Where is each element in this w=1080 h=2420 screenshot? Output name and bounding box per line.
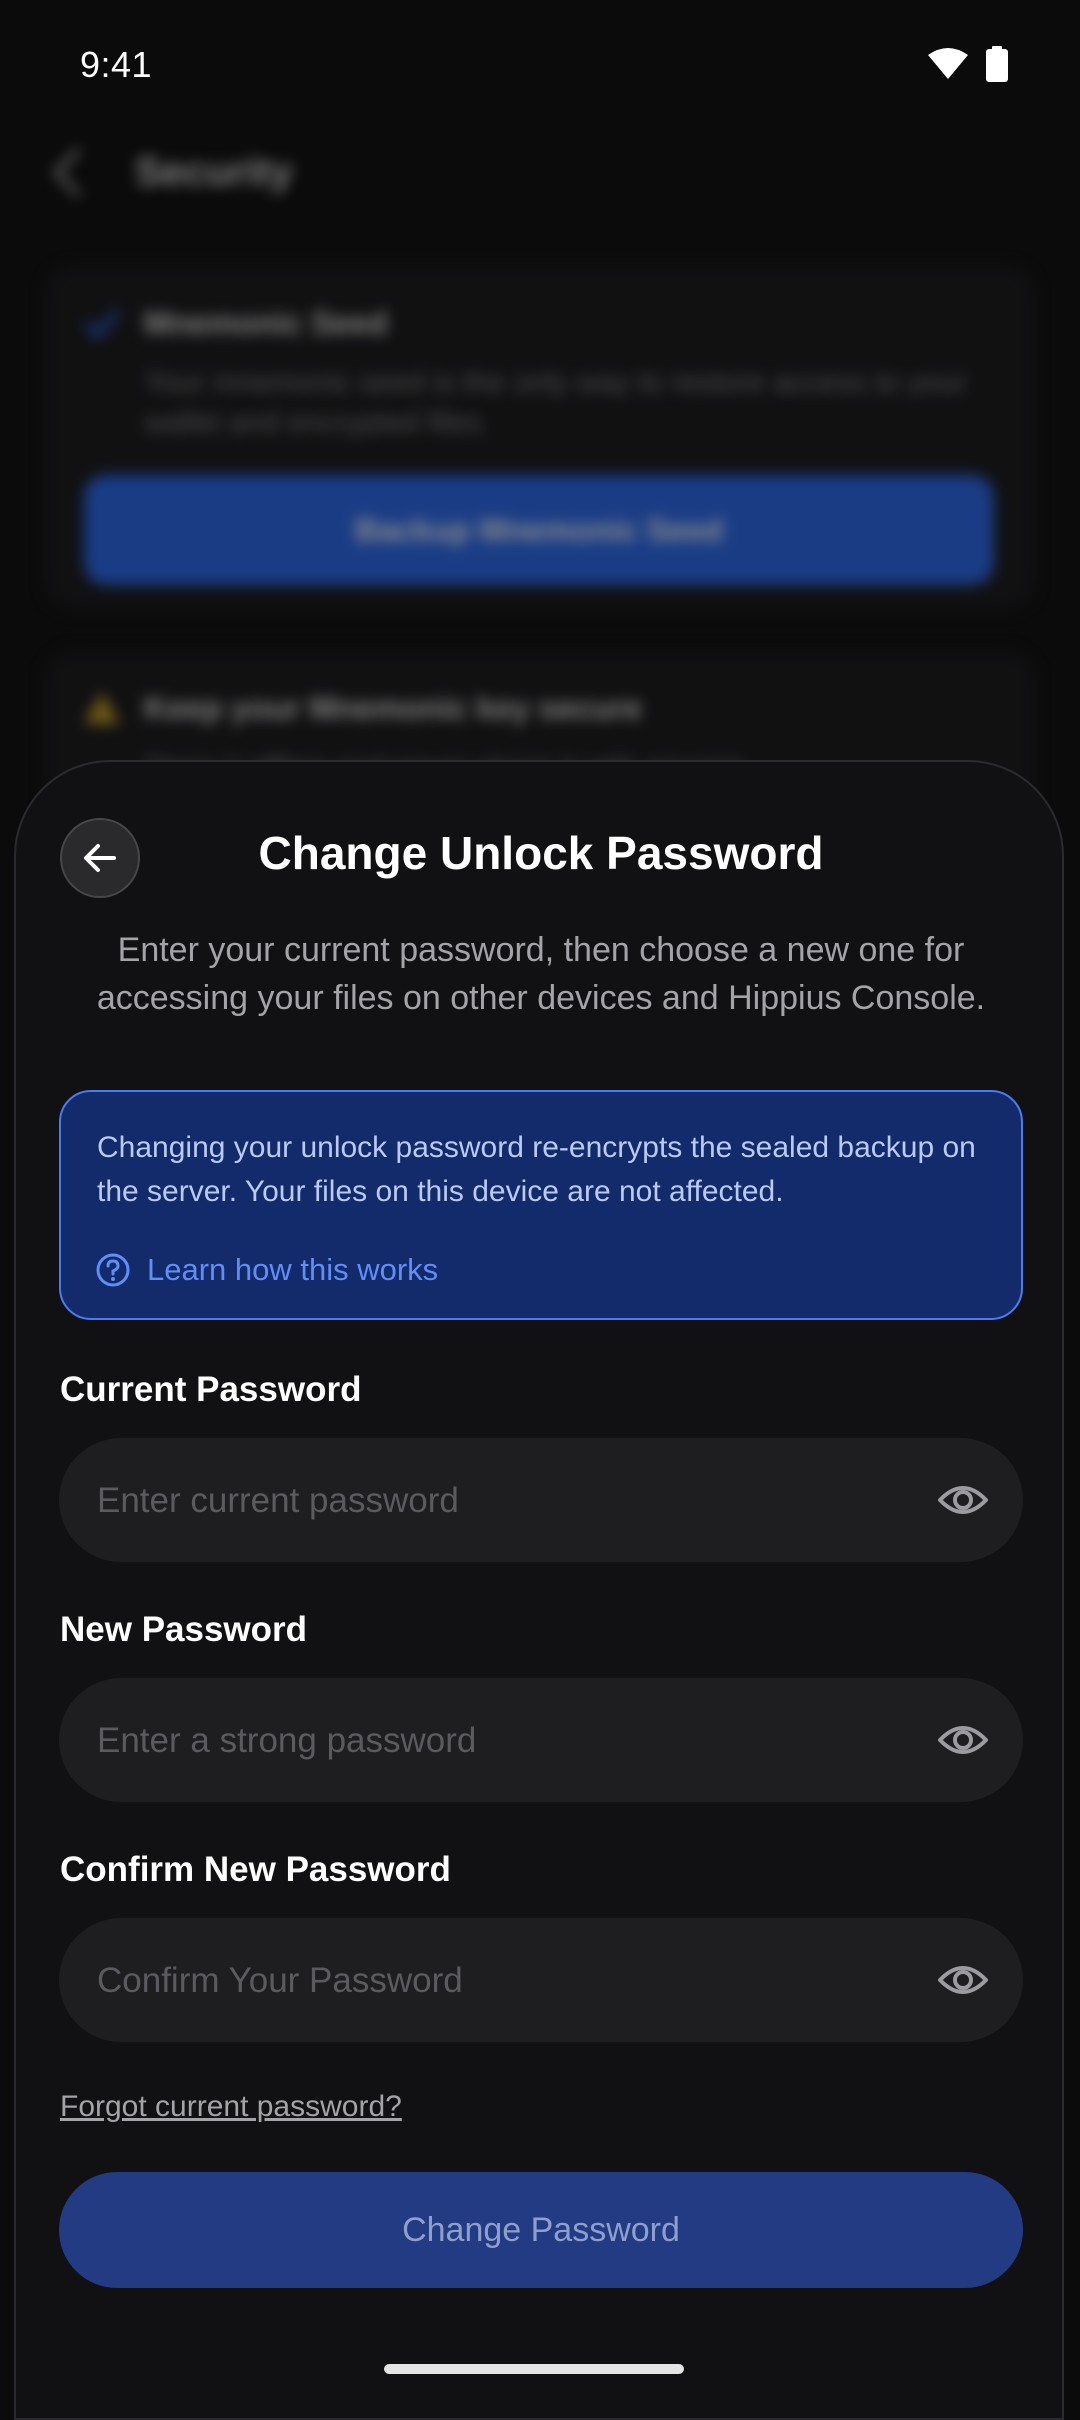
forgot-password-link[interactable]: Forgot current password? <box>60 2090 402 2124</box>
battery-icon <box>986 46 1008 82</box>
confirm-password-field <box>59 1918 1023 2044</box>
wifi-icon <box>928 48 968 79</box>
current-password-field <box>59 1438 1023 1564</box>
new-password-field <box>59 1678 1023 1804</box>
change-password-sheet: Change Unlock Password Enter your curren… <box>14 760 1064 2420</box>
info-text: Changing your unlock password re-encrypt… <box>97 1131 976 1208</box>
current-password-input[interactable] <box>95 1438 899 1564</box>
confirm-password-input[interactable] <box>95 1918 899 2044</box>
info-banner: Changing your unlock password re-encrypt… <box>59 1090 1023 1320</box>
status-bar: 9:41 <box>0 0 1080 136</box>
arrow-left-icon <box>84 844 116 872</box>
new-password-label: New Password <box>60 1610 308 1649</box>
current-password-label: Current Password <box>60 1370 362 1409</box>
sheet-subtitle: Enter your current password, then choose… <box>96 931 986 1017</box>
change-password-button[interactable]: Change Password <box>59 2172 1023 2288</box>
eye-icon[interactable] <box>937 1956 989 2004</box>
status-time: 9:41 <box>80 44 153 85</box>
sheet-title: Change Unlock Password <box>258 827 824 879</box>
status-icons <box>928 46 1008 82</box>
eye-icon[interactable] <box>937 1716 989 1764</box>
learn-more-link[interactable]: Learn how this works <box>95 1252 438 1288</box>
help-circle-icon <box>96 1253 130 1287</box>
eye-icon[interactable] <box>937 1476 989 1524</box>
learn-more-label: Learn how this works <box>147 1252 439 1287</box>
home-indicator[interactable] <box>384 2364 684 2374</box>
confirm-password-label: Confirm New Password <box>60 1850 451 1889</box>
new-password-input[interactable] <box>95 1678 899 1804</box>
back-button[interactable] <box>60 818 140 898</box>
